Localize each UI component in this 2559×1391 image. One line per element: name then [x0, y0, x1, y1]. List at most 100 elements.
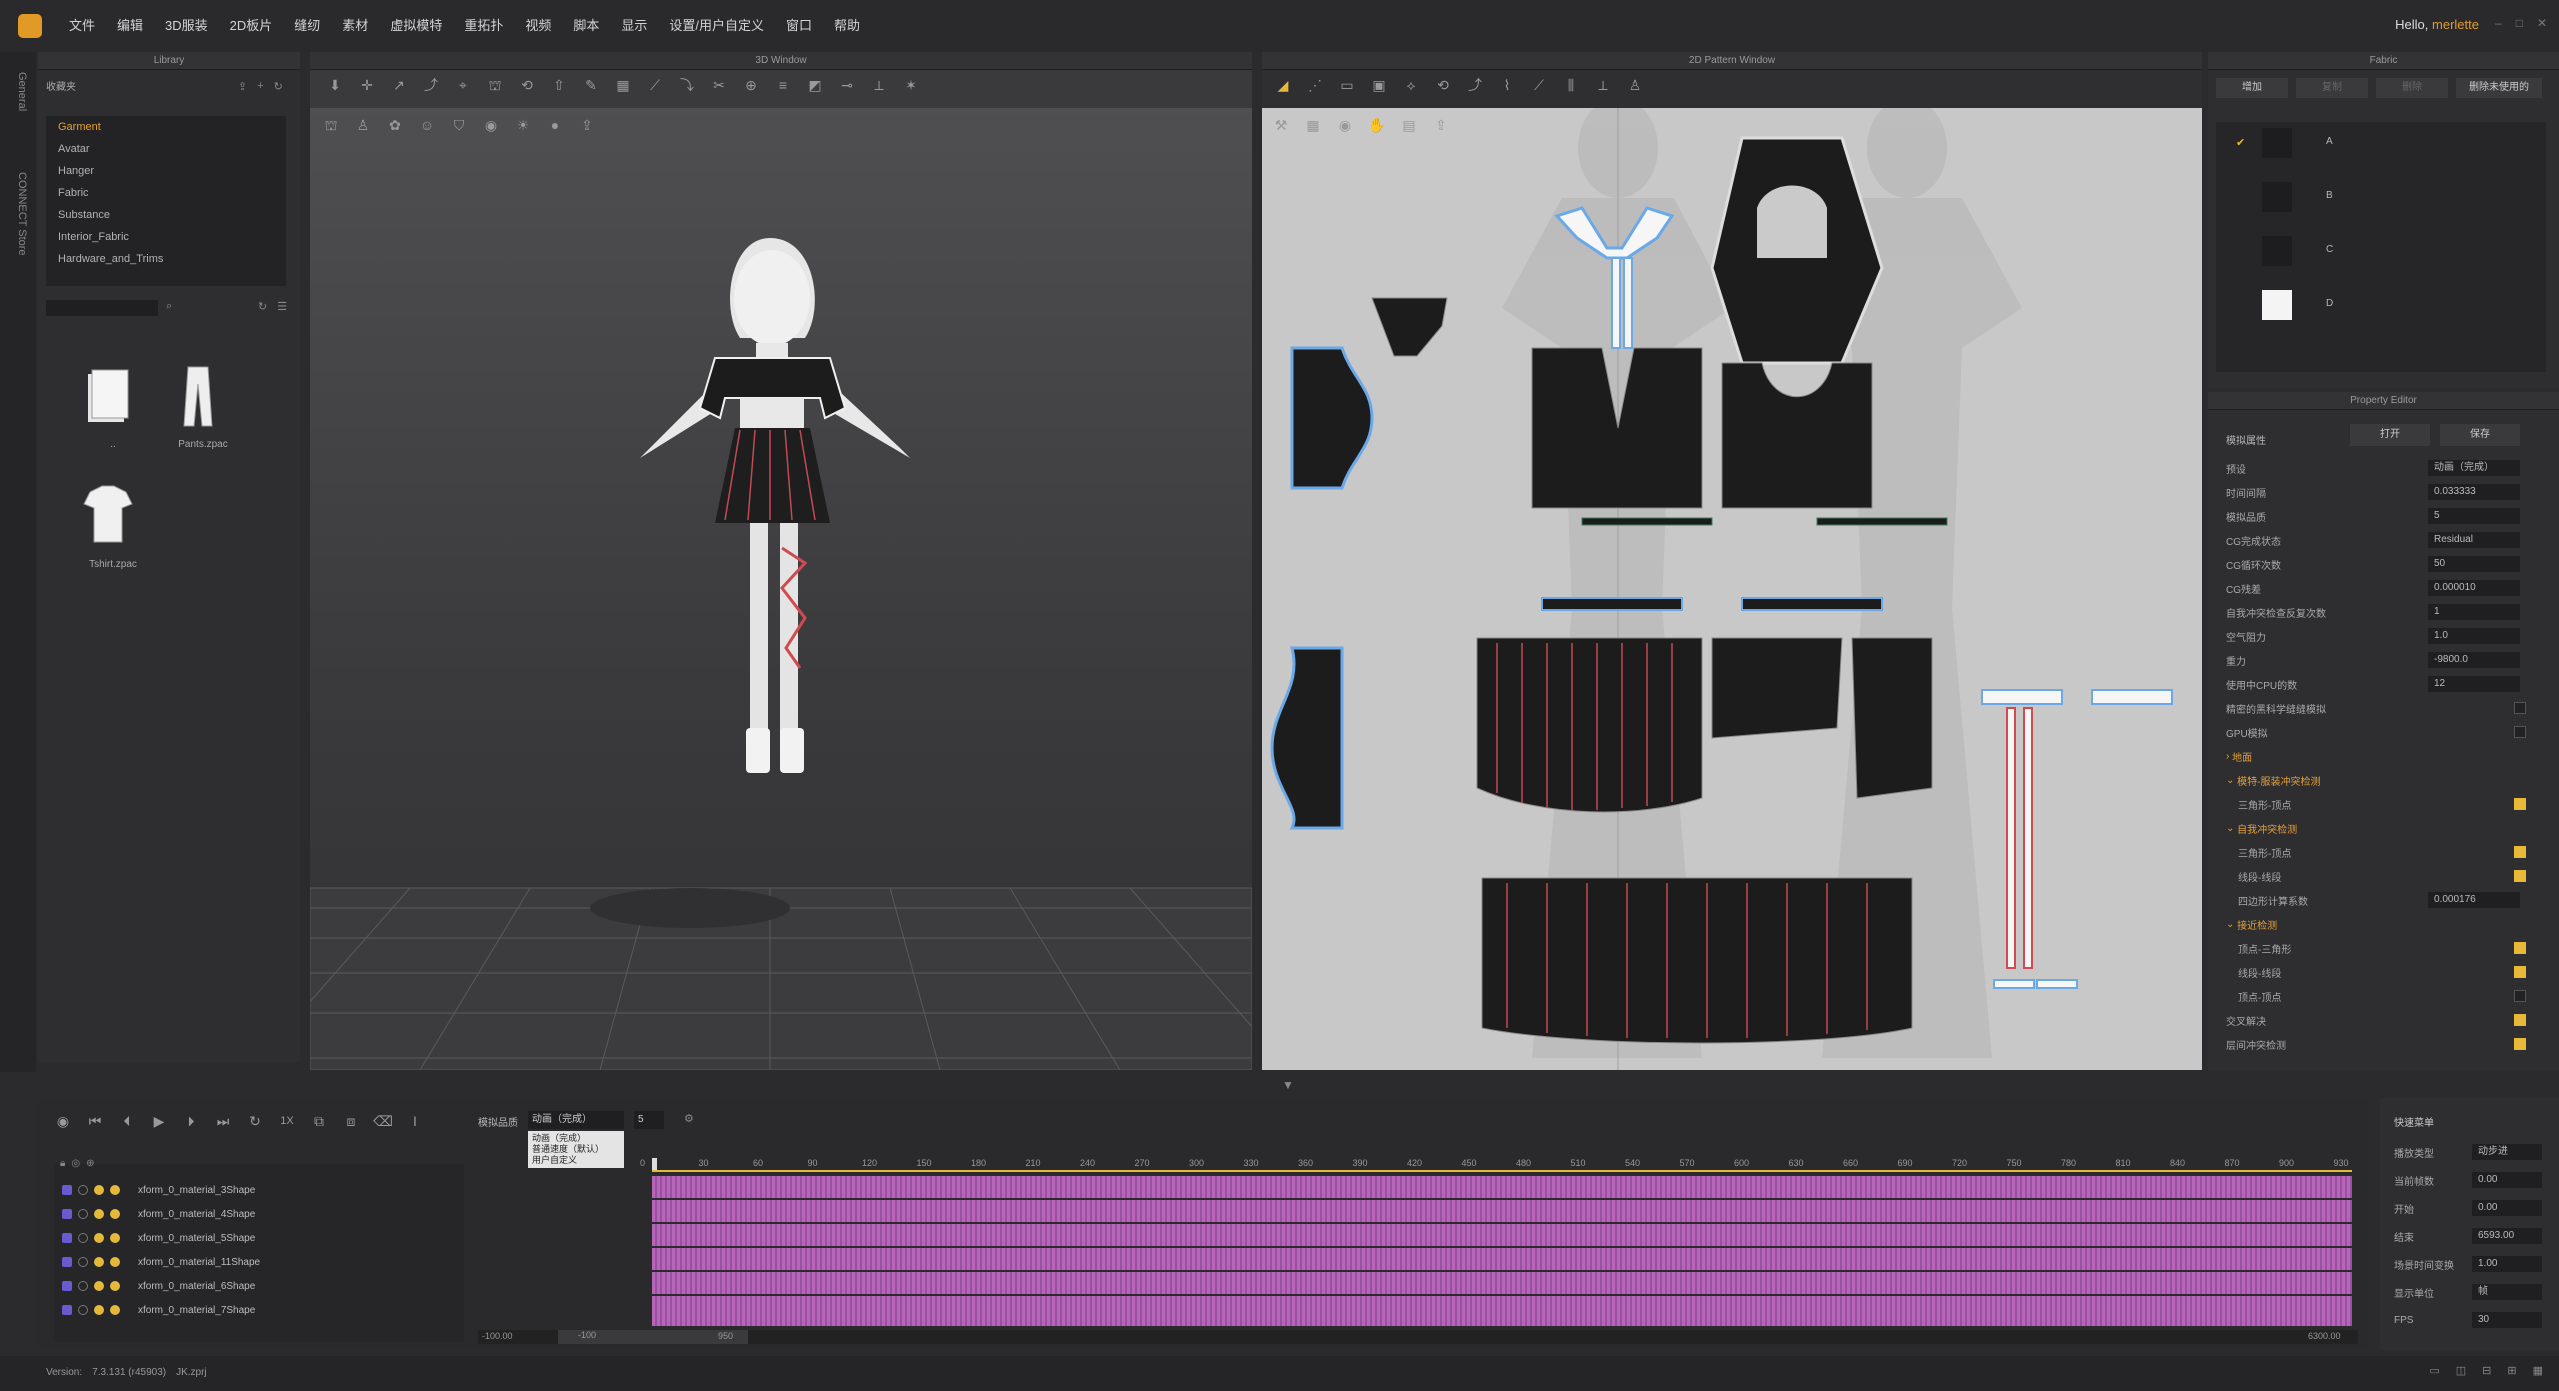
settings-icon[interactable]: ⚙ — [684, 1112, 694, 1125]
track-row[interactable]: xform_0_material_5Shape — [54, 1226, 464, 1250]
close-icon[interactable]: ✕ — [2537, 16, 2547, 30]
loop-icon[interactable]: ↻ — [244, 1110, 266, 1132]
range-scrollbar[interactable]: -100.00 -100 950 6300.00 — [478, 1330, 2358, 1344]
arrange-icon[interactable]: ⇧ — [548, 74, 570, 96]
brush-icon[interactable]: ⟂ — [868, 74, 890, 96]
upload-icon[interactable]: ⇪ — [238, 80, 247, 93]
move-icon[interactable]: ✛ — [356, 74, 378, 96]
minimize-icon[interactable]: – — [2495, 16, 2502, 30]
vert-vert-checkbox[interactable] — [2514, 990, 2526, 1002]
menu-sewing[interactable]: 缝纫 — [283, 17, 331, 35]
snap-icon[interactable]: ⊸ — [836, 74, 858, 96]
preset-select[interactable]: 动画（完成） — [2428, 460, 2520, 476]
select-icon[interactable]: ⬇ — [324, 74, 346, 96]
menu-help[interactable]: 帮助 — [823, 17, 871, 35]
copy-icon[interactable]: ⧉ — [308, 1110, 330, 1132]
fabric-name-c[interactable]: C — [2326, 244, 2333, 255]
lib-item-hardware[interactable]: Hardware_and_Trims — [46, 248, 286, 270]
lib-item-hanger[interactable]: Hanger — [46, 160, 286, 182]
section-ground[interactable]: › 地面 — [2208, 744, 2559, 768]
delete-icon[interactable]: ⌫ — [372, 1110, 394, 1132]
fabric-name-d[interactable]: D — [2326, 298, 2333, 309]
step-back-icon[interactable]: ⏴ — [116, 1110, 138, 1132]
tab-general[interactable]: General — [8, 72, 28, 111]
tab-connect-store[interactable]: CONNECT Store — [8, 172, 28, 256]
section-self-collision[interactable]: ⌄ 自我冲突检测 — [2208, 816, 2559, 840]
end-field[interactable]: 6593.00 — [2472, 1228, 2542, 1244]
3d-viewport[interactable]: ⛫ ♙ ✿ ☺ ⛉ ◉ ☀ ● ⇪ — [310, 108, 1252, 1070]
speed-button[interactable]: 1X — [276, 1110, 298, 1132]
step-field[interactable]: 5 — [634, 1111, 664, 1129]
tri-vert-checkbox[interactable] — [2514, 846, 2526, 858]
fabric-swatch-d[interactable] — [2262, 290, 2292, 320]
option-normal[interactable]: 普通速度（默认） — [532, 1144, 620, 1155]
quad-coef-field[interactable]: 0.000176 — [2428, 892, 2520, 908]
fabric-swatch-a[interactable] — [2262, 128, 2292, 158]
intersection-checkbox[interactable] — [2514, 1014, 2526, 1026]
avatar-figure[interactable] — [640, 238, 910, 773]
gravity-field[interactable]: -9800.0 — [2428, 652, 2520, 668]
menu-script[interactable]: 脚本 — [562, 17, 610, 35]
sew-icon[interactable]: ⟲ — [516, 74, 538, 96]
pleat-icon[interactable]: ⫼ — [1560, 74, 1582, 96]
menu-display[interactable]: 显示 — [610, 17, 658, 35]
track-row[interactable]: xform_0_material_6Shape — [54, 1274, 464, 1298]
library-search-input[interactable] — [46, 300, 158, 316]
edit-icon[interactable]: ✎ — [580, 74, 602, 96]
copy-fabric-button[interactable]: 复制 — [2296, 78, 2368, 98]
text-cursor-icon[interactable]: I — [404, 1110, 426, 1132]
option-animation[interactable]: 动画（完成） — [532, 1133, 620, 1144]
cg-iter-field[interactable]: 50 — [2428, 556, 2520, 572]
add-fabric-button[interactable]: 增加 — [2216, 78, 2288, 98]
layout-triple-icon[interactable]: ⊟ — [2482, 1364, 2491, 1377]
track-row[interactable]: xform_0_material_4Shape — [54, 1202, 464, 1226]
file-pants[interactable]: Pants.zpac — [168, 362, 238, 450]
start-field[interactable]: 0.00 — [2472, 1200, 2542, 1216]
lib-item-garment[interactable]: Garment — [46, 116, 286, 138]
track-row[interactable]: xform_0_material_11Shape — [54, 1250, 464, 1274]
menu-3d-garment[interactable]: 3D服装 — [154, 17, 219, 35]
transform-pattern-icon[interactable]: ◢ — [1272, 74, 1294, 96]
layer-collision-checkbox[interactable] — [2514, 1038, 2526, 1050]
add-icon[interactable]: + — [257, 80, 263, 93]
zoom-icon[interactable]: ⊕ — [740, 74, 762, 96]
quality-field[interactable]: 5 — [2428, 508, 2520, 524]
air-drag-field[interactable]: 1.0 — [2428, 628, 2520, 644]
lib-item-scenes[interactable]: Scenes_and_Props — [46, 270, 286, 276]
fabric-name-a[interactable]: A — [2326, 136, 2333, 147]
display-unit-select[interactable]: 帧 — [2472, 1284, 2542, 1300]
menu-2d-pattern[interactable]: 2D板片 — [219, 17, 284, 35]
sim-quality-select[interactable]: 动画（完成） — [528, 1111, 624, 1129]
collapse-timeline-icon[interactable]: ▼ — [1282, 1078, 1294, 1092]
option-custom[interactable]: 用户自定义 — [532, 1155, 620, 1166]
play-type-select[interactable]: 动步进 — [2472, 1144, 2542, 1160]
maximize-icon[interactable]: □ — [2516, 16, 2523, 30]
tri-vert-checkbox[interactable] — [2514, 798, 2526, 810]
current-frame-field[interactable]: 0.00 — [2472, 1172, 2542, 1188]
lib-item-substance[interactable]: Substance — [46, 204, 286, 226]
section-proximity[interactable]: ⌄ 接近检测 — [2208, 912, 2559, 936]
search-icon[interactable]: ⌕ — [166, 300, 172, 313]
fabric-swatch-b[interactable] — [2262, 182, 2292, 212]
shirt-icon[interactable]: ♙ — [1624, 74, 1646, 96]
menu-file[interactable]: 文件 — [58, 17, 106, 35]
play-icon[interactable]: ▶ — [148, 1110, 170, 1132]
playhead[interactable] — [652, 1158, 657, 1170]
file-parent-folder[interactable]: .. — [78, 362, 148, 450]
grid-icon[interactable]: ▦ — [612, 74, 634, 96]
measure-icon[interactable]: ⟋ — [1528, 74, 1550, 96]
delete-fabric-button[interactable]: 删除 — [2376, 78, 2448, 98]
menu-video[interactable]: 视频 — [514, 17, 562, 35]
self-collision-field[interactable]: 1 — [2428, 604, 2520, 620]
section-avatar-collision[interactable]: ⌄ 模特-服装冲突检测 — [2208, 768, 2559, 792]
track-row[interactable]: xform_0_material_7Shape — [54, 1298, 464, 1322]
sew-segment-icon[interactable]: ⟲ — [1432, 74, 1454, 96]
polygon-icon[interactable]: ▣ — [1368, 74, 1390, 96]
layout-grid-icon[interactable]: ▦ — [2533, 1364, 2543, 1377]
measure-icon[interactable]: ⟋ — [644, 74, 666, 96]
cut-icon[interactable]: ✂ — [708, 74, 730, 96]
skip-start-icon[interactable]: ⏮ — [84, 1110, 106, 1132]
user-greeting[interactable]: Hello, merlette — [2395, 17, 2479, 32]
fold-icon[interactable]: ⤴ — [1464, 74, 1486, 96]
refresh-icon[interactable]: ↻ — [274, 80, 283, 93]
